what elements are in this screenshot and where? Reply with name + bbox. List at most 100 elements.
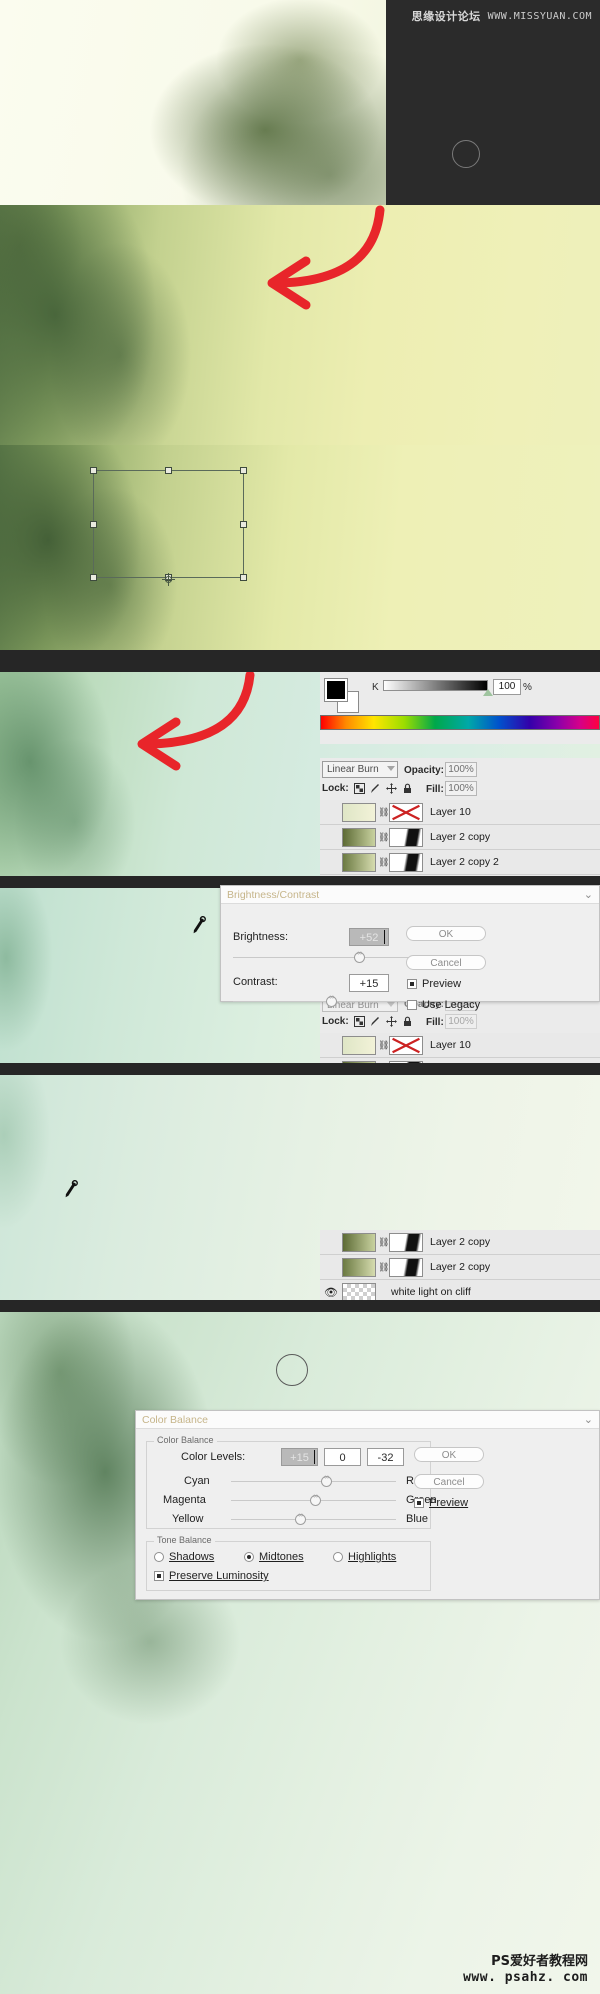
table-row[interactable]: ⛓ Layer 2 copy bbox=[320, 1255, 600, 1280]
transform-handle-tr[interactable] bbox=[240, 467, 247, 474]
transform-handle-mr[interactable] bbox=[240, 521, 247, 528]
color-level-3-field[interactable]: -32 bbox=[367, 1448, 404, 1466]
brightness-contrast-dialog[interactable]: Brightness/Contrast ⌄ Brightness: +52 Co… bbox=[220, 885, 600, 1011]
layer-mask-thumbnail[interactable] bbox=[389, 1257, 423, 1277]
free-transform-bounding-box[interactable] bbox=[90, 467, 247, 581]
k-channel-value[interactable]: 100 bbox=[493, 679, 521, 695]
radio-box[interactable] bbox=[244, 1552, 254, 1562]
layer-thumbnail[interactable] bbox=[342, 1232, 376, 1252]
color-level-1-field[interactable]: +15 bbox=[281, 1448, 318, 1466]
layer-thumbnail[interactable] bbox=[342, 802, 376, 822]
lock-transparency-icon[interactable] bbox=[353, 783, 365, 794]
transform-center-point[interactable] bbox=[162, 573, 175, 586]
table-row[interactable]: ⛓ Layer 2 copy bbox=[320, 1058, 600, 1063]
chevron-down-icon[interactable]: ⌄ bbox=[584, 888, 593, 901]
radio-box[interactable] bbox=[154, 1552, 164, 1562]
ok-button[interactable]: OK bbox=[414, 1447, 484, 1462]
radio-box[interactable] bbox=[333, 1552, 343, 1562]
layer-link-icon[interactable]: ⛓ bbox=[378, 1237, 389, 1248]
brightness-slider-track[interactable] bbox=[233, 957, 421, 958]
lock-all-icon[interactable] bbox=[402, 1016, 413, 1027]
preserve-luminosity-checkbox[interactable]: Preserve Luminosity bbox=[154, 1570, 269, 1582]
lock-move-icon[interactable] bbox=[385, 1016, 397, 1027]
layers-panel-3[interactable]: ⛓ Layer 2 copy ⛓ Layer 2 copy 👁 white li… bbox=[320, 1230, 600, 1300]
opacity-value[interactable]: 100% bbox=[445, 762, 477, 777]
color-swatches[interactable] bbox=[324, 678, 359, 713]
foreground-color-swatch[interactable] bbox=[324, 678, 348, 702]
table-row[interactable]: ⛓ Layer 10 bbox=[320, 1033, 600, 1058]
layer-link-icon[interactable]: ⛓ bbox=[378, 1262, 389, 1273]
layer-thumbnail[interactable] bbox=[342, 1257, 376, 1277]
layer-thumbnail-transparent[interactable] bbox=[342, 1282, 376, 1300]
table-row[interactable]: ⛓ Layer 10 bbox=[320, 800, 600, 825]
checkbox-box[interactable] bbox=[154, 1571, 164, 1581]
cancel-button[interactable]: Cancel bbox=[414, 1474, 484, 1489]
cyan-red-slider-knob[interactable] bbox=[321, 1474, 332, 1487]
lock-all-icon[interactable] bbox=[402, 783, 413, 794]
layer-thumbnail[interactable] bbox=[342, 852, 376, 872]
magenta-green-slider-knob[interactable] bbox=[310, 1493, 321, 1506]
table-row[interactable]: 👁 white light on cliff bbox=[320, 875, 600, 876]
brightness-value-field[interactable]: +52 bbox=[349, 928, 389, 946]
transform-handle-tl[interactable] bbox=[90, 467, 97, 474]
color-panel[interactable]: K 100 % bbox=[320, 672, 600, 744]
layer-mask-thumbnail[interactable] bbox=[389, 852, 423, 872]
preview-checkbox[interactable]: Preview bbox=[414, 1497, 468, 1509]
table-row[interactable]: ⛓ Layer 2 copy bbox=[320, 1230, 600, 1255]
transform-handle-tm[interactable] bbox=[165, 467, 172, 474]
transform-handle-bl[interactable] bbox=[90, 574, 97, 581]
layer-mask-thumbnail[interactable] bbox=[389, 1232, 423, 1252]
brightness-slider-knob[interactable] bbox=[354, 950, 365, 963]
transform-handle-br[interactable] bbox=[240, 574, 247, 581]
tone-highlights-radio[interactable]: Highlights bbox=[333, 1551, 396, 1563]
fill-value[interactable]: 100% bbox=[445, 781, 477, 796]
layer-thumbnail[interactable] bbox=[342, 827, 376, 847]
layer-thumbnail[interactable] bbox=[342, 1060, 376, 1063]
fill-value[interactable]: 100% bbox=[445, 1014, 477, 1029]
lock-brush-icon[interactable] bbox=[370, 783, 381, 794]
transform-handle-ml[interactable] bbox=[90, 521, 97, 528]
lock-brush-icon[interactable] bbox=[370, 1016, 381, 1027]
cancel-button[interactable]: Cancel bbox=[406, 955, 486, 970]
contrast-slider-knob[interactable] bbox=[326, 994, 337, 1007]
preview-label: Preview bbox=[422, 978, 462, 990]
layer-mask-thumbnail[interactable] bbox=[389, 827, 423, 847]
color-level-2-field[interactable]: 0 bbox=[324, 1448, 361, 1466]
lock-move-icon[interactable] bbox=[385, 783, 397, 794]
tone-midtones-radio[interactable]: Midtones bbox=[244, 1551, 304, 1563]
checkbox-box[interactable] bbox=[407, 1000, 417, 1010]
checkbox-box[interactable] bbox=[414, 1498, 424, 1508]
ok-button[interactable]: OK bbox=[406, 926, 486, 941]
layer-mask-thumbnail-disabled[interactable] bbox=[389, 802, 423, 822]
checkbox-box[interactable] bbox=[407, 979, 417, 989]
layers-panel-1[interactable]: Linear Burn Opacity: 100% Lock: Fill: 10… bbox=[320, 758, 600, 876]
blend-mode-select[interactable]: Linear Burn bbox=[322, 761, 398, 778]
layer-visibility-toggle[interactable]: 👁 bbox=[320, 1286, 342, 1299]
contrast-value-field[interactable]: +15 bbox=[349, 974, 389, 992]
tone-shadows-radio[interactable]: Shadows bbox=[154, 1551, 214, 1563]
color-balance-dialog[interactable]: Color Balance ⌄ Color Balance Color Leve… bbox=[135, 1410, 600, 1600]
preview-checkbox[interactable]: Preview bbox=[407, 978, 461, 990]
color-spectrum-ramp[interactable] bbox=[320, 715, 600, 730]
layer-mask-thumbnail[interactable] bbox=[389, 1060, 423, 1063]
layer-link-icon[interactable]: ⛓ bbox=[378, 832, 389, 843]
k-channel-slider-thumb[interactable] bbox=[483, 689, 493, 696]
table-row[interactable]: 👁 white light on cliff bbox=[320, 1280, 600, 1300]
layer-link-icon[interactable]: ⛓ bbox=[378, 807, 389, 818]
yellow-blue-slider-knob[interactable] bbox=[295, 1512, 306, 1525]
use-legacy-checkbox[interactable]: Use Legacy bbox=[407, 999, 480, 1011]
k-channel-slider[interactable] bbox=[383, 680, 488, 691]
table-row[interactable]: ⛓ Layer 2 copy 2 bbox=[320, 850, 600, 875]
k-percent-label: % bbox=[523, 682, 532, 693]
table-row[interactable]: ⛓ Layer 2 copy bbox=[320, 825, 600, 850]
layer-link-icon[interactable]: ⛓ bbox=[378, 857, 389, 868]
lock-row: Lock: bbox=[322, 783, 413, 794]
yellow-blue-slider-track[interactable] bbox=[231, 1519, 396, 1520]
dialog-titlebar: Brightness/Contrast ⌄ bbox=[221, 886, 599, 904]
layer-link-icon[interactable]: ⛓ bbox=[378, 1040, 389, 1051]
layer-mask-thumbnail-disabled[interactable] bbox=[389, 1035, 423, 1055]
layer-thumbnail[interactable] bbox=[342, 1035, 376, 1055]
chevron-down-icon[interactable]: ⌄ bbox=[584, 1413, 593, 1426]
cyan-red-slider-track[interactable] bbox=[231, 1481, 396, 1482]
lock-transparency-icon[interactable] bbox=[353, 1016, 365, 1027]
